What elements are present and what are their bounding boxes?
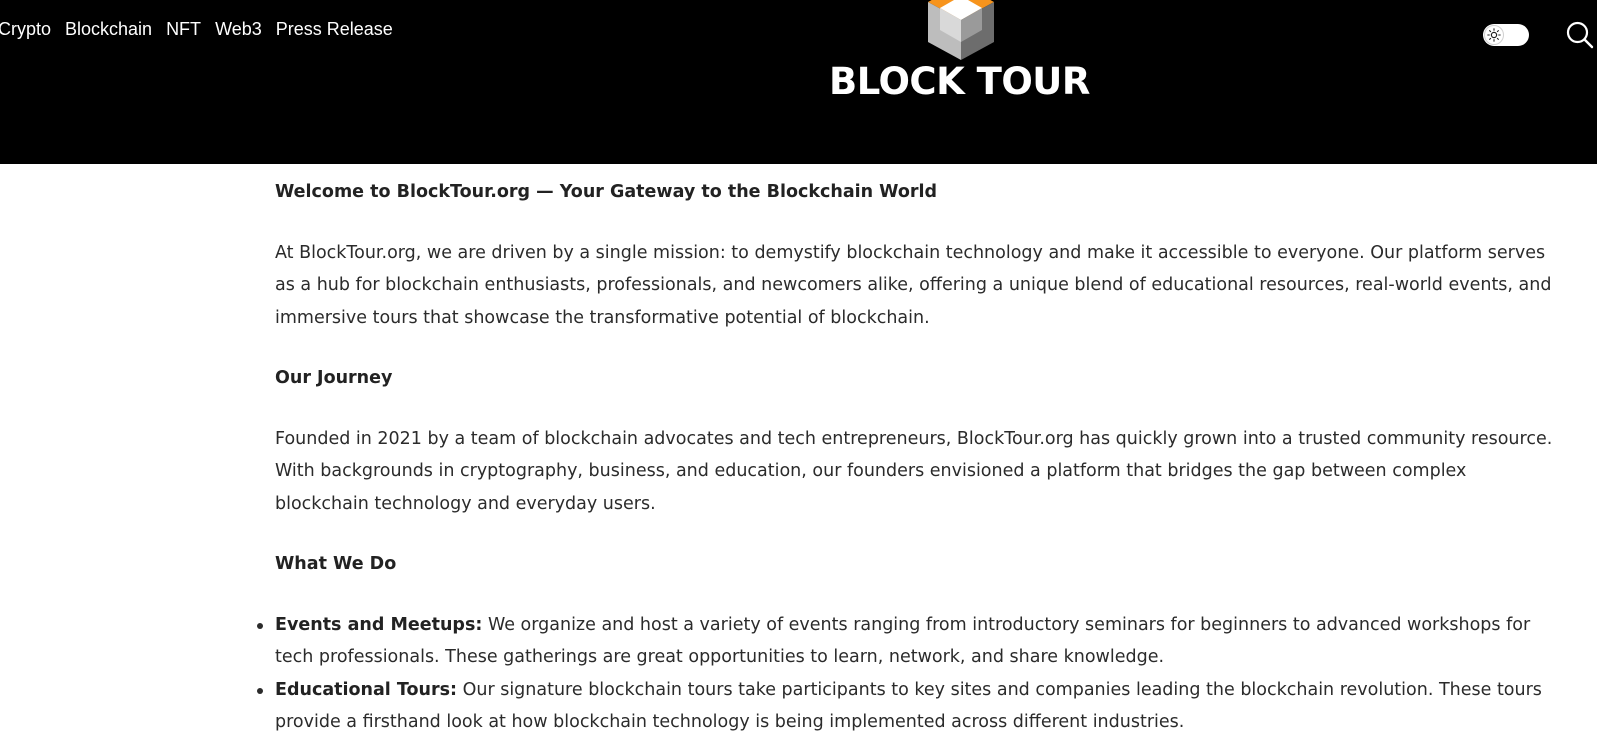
- list-item: Educational Tours: Our signature blockch…: [257, 674, 1565, 739]
- what-we-do-heading: What We Do: [275, 554, 397, 574]
- welcome-heading: Welcome to BlockTour.org — Your Gateway …: [275, 182, 938, 202]
- journey-heading: Our Journey: [275, 368, 393, 388]
- sun-icon: [1484, 25, 1504, 45]
- service-title: Events and Meetups:: [275, 614, 483, 635]
- site-logo[interactable]: BLOCK TOUR: [829, 0, 1090, 105]
- list-item: Events and Meetups: We organize and host…: [257, 609, 1565, 674]
- search-button[interactable]: [1565, 20, 1597, 52]
- services-list: Events and Meetups: We organize and host…: [257, 609, 1565, 739]
- article-content: Welcome to BlockTour.org — Your Gateway …: [257, 176, 1565, 739]
- journey-paragraph: Founded in 2021 by a team of blockchain …: [275, 428, 1553, 514]
- main-nav: Crypto Blockchain NFT Web3 Press Release: [0, 18, 407, 40]
- nav-item-nft[interactable]: NFT: [166, 18, 201, 40]
- service-text: Our signature blockchain tours take part…: [275, 679, 1542, 733]
- service-title: Educational Tours:: [275, 679, 458, 700]
- nav-item-web3[interactable]: Web3: [215, 18, 262, 40]
- logo-text: BLOCK TOUR: [829, 60, 1090, 103]
- intro-paragraph: At BlockTour.org, we are driven by a sin…: [275, 242, 1552, 328]
- cube-logo-icon: [928, 0, 994, 60]
- theme-toggle[interactable]: [1483, 24, 1529, 46]
- search-icon: [1566, 21, 1594, 49]
- nav-item-press-release[interactable]: Press Release: [276, 18, 393, 40]
- nav-item-crypto[interactable]: Crypto: [0, 18, 51, 40]
- site-header: Crypto Blockchain NFT Web3 Press Release…: [0, 0, 1597, 164]
- nav-item-blockchain[interactable]: Blockchain: [65, 18, 152, 40]
